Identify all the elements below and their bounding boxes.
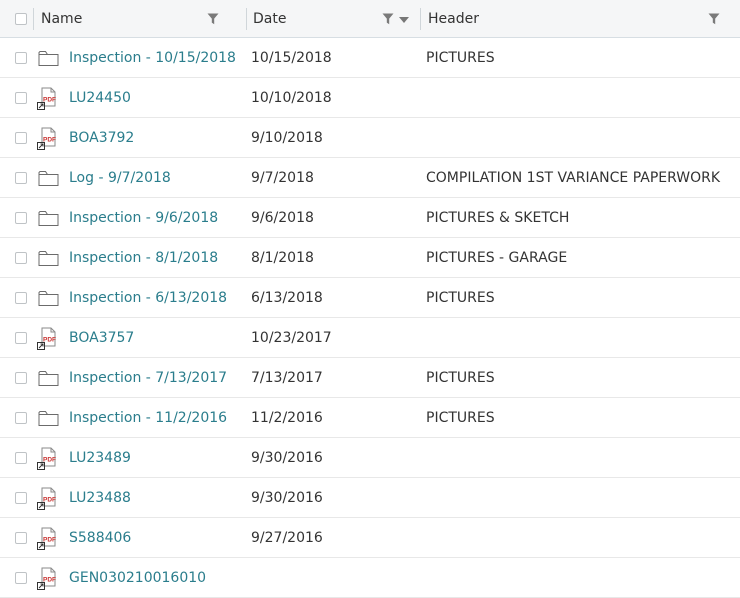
table-row[interactable]: PDF BOA3792 9/10/2018 (0, 118, 740, 158)
table-row[interactable]: Log - 9/7/2018 9/7/2018 COMPILATION 1ST VA… (0, 158, 740, 198)
row-name-link[interactable]: Inspection - 8/1/2018 (69, 250, 218, 266)
filter-icon[interactable] (382, 13, 394, 25)
row-checkbox[interactable] (15, 212, 27, 224)
row-checkbox[interactable] (15, 92, 27, 104)
row-date: 9/6/2018 (251, 210, 314, 226)
row-checkbox[interactable] (15, 572, 27, 584)
row-name-link[interactable]: Log - 9/7/2018 (69, 170, 171, 186)
row-header-text: PICTURES & SKETCH (426, 210, 570, 226)
folder-icon (38, 209, 59, 231)
column-header-name-label: Name (41, 11, 83, 27)
row-header-text: PICTURES - GARAGE (426, 250, 568, 266)
row-name-link[interactable]: GEN030210016010 (69, 570, 206, 586)
row-name-link[interactable]: Inspection - 6/13/2018 (69, 290, 227, 306)
column-divider[interactable] (33, 8, 34, 30)
table-row[interactable]: PDF LU23488 9/30/2016 (0, 478, 740, 518)
pdf-file-icon: PDF (37, 487, 57, 515)
row-date: 9/27/2016 (251, 530, 323, 546)
row-date: 10/23/2017 (251, 330, 332, 346)
column-divider[interactable] (246, 8, 247, 30)
row-name-link[interactable]: BOA3757 (69, 330, 134, 346)
row-date: 11/2/2016 (251, 410, 323, 426)
row-date: 6/13/2018 (251, 290, 323, 306)
folder-icon (38, 369, 59, 391)
row-date: 8/1/2018 (251, 250, 314, 266)
row-name-link[interactable]: Inspection - 7/13/2017 (69, 370, 227, 386)
table-row[interactable]: Inspection - 11/2/2016 11/2/2016 PICTURES (0, 398, 740, 438)
table-row[interactable]: Inspection - 9/6/2018 9/6/2018 PICTURES & … (0, 198, 740, 238)
folder-icon (38, 289, 59, 311)
table-row[interactable]: Inspection - 8/1/2018 8/1/2018 PICTURES - … (0, 238, 740, 278)
pdf-file-icon: PDF (37, 127, 57, 155)
table-row[interactable]: PDF LU24450 10/10/2018 (0, 78, 740, 118)
column-divider[interactable] (420, 8, 421, 30)
row-date: 9/10/2018 (251, 130, 323, 146)
row-checkbox[interactable] (15, 372, 27, 384)
row-name-link[interactable]: Inspection - 9/6/2018 (69, 210, 218, 226)
row-date: 7/13/2017 (251, 370, 323, 386)
column-header-name[interactable]: Name (41, 0, 82, 38)
row-checkbox[interactable] (15, 452, 27, 464)
document-grid: Name Date Header Inspection - 10/15/2018… (0, 0, 740, 598)
pdf-file-icon: PDF (37, 327, 57, 355)
pdf-file-icon: PDF (37, 567, 57, 595)
row-checkbox[interactable] (15, 172, 27, 184)
filter-icon[interactable] (207, 13, 219, 25)
row-name-link[interactable]: Inspection - 10/15/2018 (69, 50, 236, 66)
row-checkbox[interactable] (15, 292, 27, 304)
folder-icon (38, 49, 59, 71)
row-header-text: PICTURES (426, 50, 495, 66)
column-header-header[interactable]: Header (428, 0, 479, 38)
row-name-link[interactable]: BOA3792 (69, 130, 134, 146)
row-checkbox[interactable] (15, 52, 27, 64)
sort-descending-icon[interactable] (399, 17, 409, 23)
table-row[interactable]: PDF BOA3757 10/23/2017 (0, 318, 740, 358)
select-all-checkbox[interactable] (15, 13, 27, 25)
row-header-text: PICTURES (426, 410, 495, 426)
pdf-file-icon: PDF (37, 447, 57, 475)
row-date: 9/30/2016 (251, 450, 323, 466)
row-checkbox[interactable] (15, 332, 27, 344)
table-row[interactable]: PDF GEN030210016010 (0, 558, 740, 598)
column-header-date[interactable]: Date (253, 0, 286, 38)
filter-icon[interactable] (708, 13, 720, 25)
row-checkbox[interactable] (15, 412, 27, 424)
table-row[interactable]: Inspection - 10/15/2018 10/15/2018 PICTURE… (0, 38, 740, 78)
row-date: 9/30/2016 (251, 490, 323, 506)
row-header-text: COMPILATION 1ST VARIANCE PAPERWORK (426, 170, 721, 186)
row-name-link[interactable]: S588406 (69, 530, 131, 546)
column-header-date-label: Date (253, 11, 287, 27)
table-row[interactable]: PDF LU23489 9/30/2016 (0, 438, 740, 478)
row-date: 10/15/2018 (251, 50, 332, 66)
table-row[interactable]: PDF S588406 9/27/2016 (0, 518, 740, 558)
row-checkbox[interactable] (15, 252, 27, 264)
row-name-link[interactable]: LU24450 (69, 90, 131, 106)
folder-icon (38, 249, 59, 271)
grid-header: Name Date Header (0, 0, 740, 38)
table-row[interactable]: Inspection - 6/13/2018 6/13/2018 PICTURES (0, 278, 740, 318)
folder-icon (38, 169, 59, 191)
row-name-link[interactable]: Inspection - 11/2/2016 (69, 410, 227, 426)
row-name-link[interactable]: LU23488 (69, 490, 131, 506)
row-header-text: PICTURES (426, 290, 495, 306)
folder-icon (38, 409, 59, 431)
row-header-text: PICTURES (426, 370, 495, 386)
row-date: 9/7/2018 (251, 170, 314, 186)
table-row[interactable]: Inspection - 7/13/2017 7/13/2017 PICTURES (0, 358, 740, 398)
row-checkbox[interactable] (15, 132, 27, 144)
column-header-header-label: Header (428, 11, 479, 27)
pdf-file-icon: PDF (37, 527, 57, 555)
pdf-file-icon: PDF (37, 87, 57, 115)
row-checkbox[interactable] (15, 532, 27, 544)
row-checkbox[interactable] (15, 492, 27, 504)
row-date: 10/10/2018 (251, 90, 332, 106)
row-name-link[interactable]: LU23489 (69, 450, 131, 466)
